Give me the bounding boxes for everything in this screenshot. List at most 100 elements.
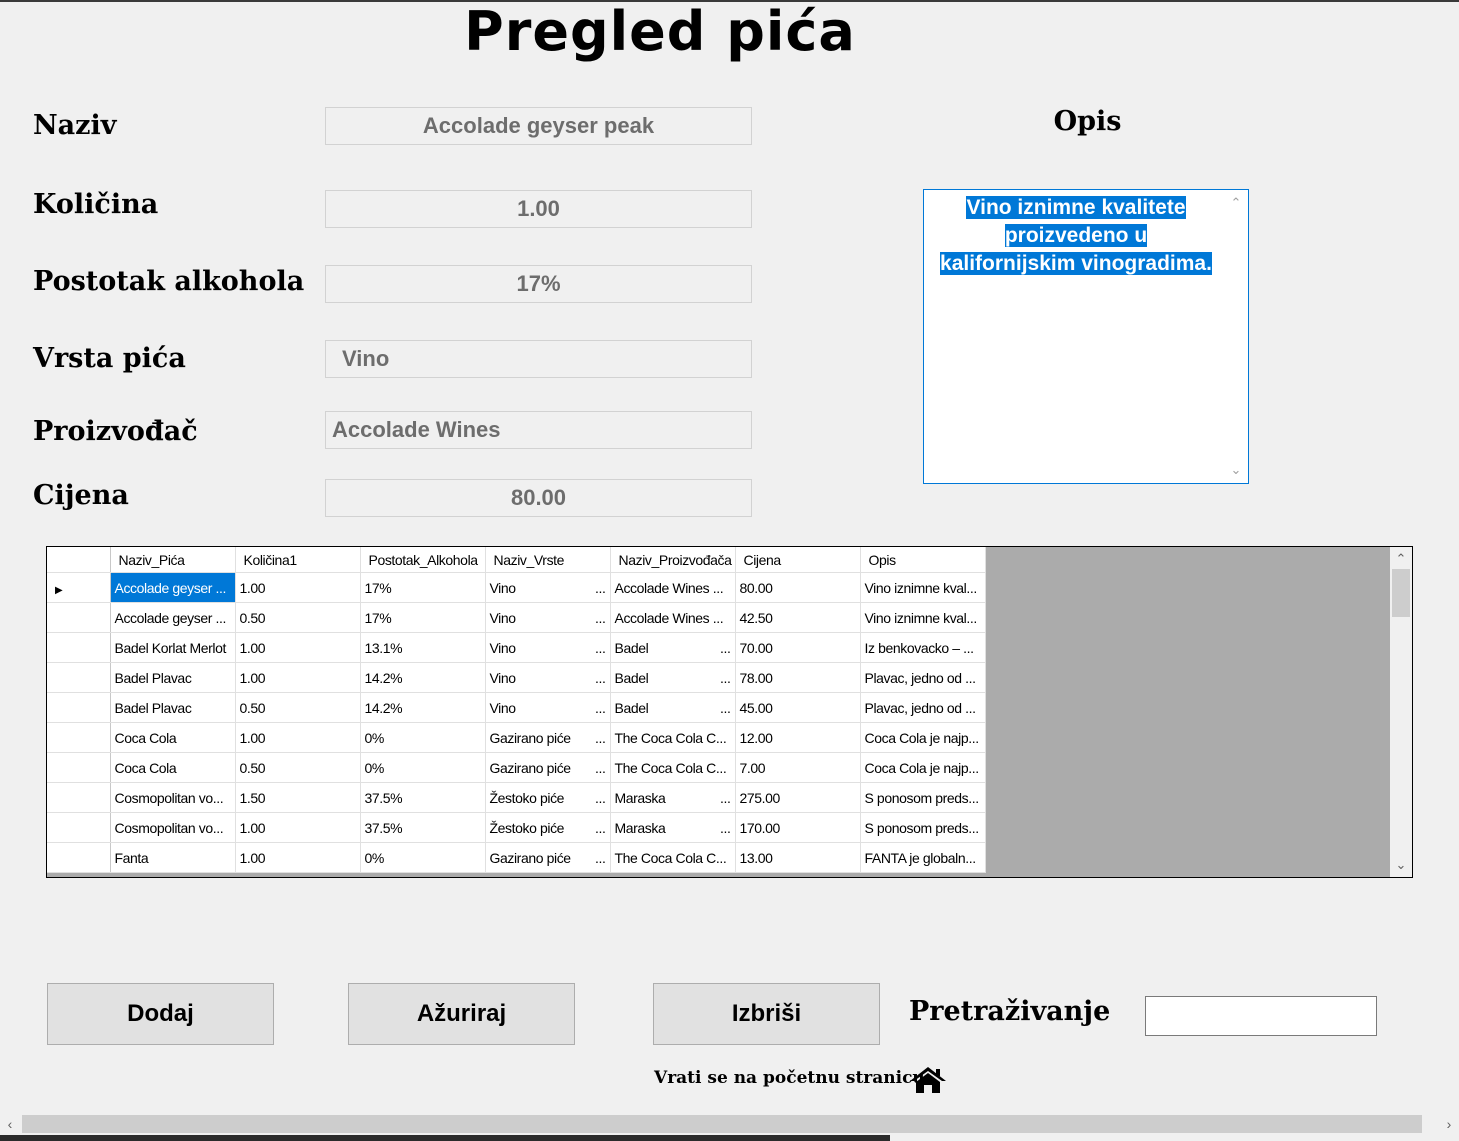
table-cell[interactable]: 0.50 [235,602,361,633]
table-cell[interactable]: Fanta [110,842,236,873]
row-header[interactable] [47,662,111,693]
table-cell[interactable]: 1.00 [235,632,361,663]
home-icon[interactable] [909,1066,947,1094]
combo-dropdown-icon[interactable]: ... [595,640,609,656]
table-cell[interactable]: 13.00 [735,842,861,873]
combo-dropdown-icon[interactable]: ... [720,820,734,836]
chevron-up-icon[interactable]: ⌃ [1390,549,1412,569]
combo-dropdown-icon[interactable]: ... [595,760,609,776]
combo-dropdown-icon[interactable]: ... [720,700,734,716]
opis-textarea[interactable]: Vino iznimne kvalitete proizvedeno u kal… [923,189,1249,484]
table-row[interactable]: ▶ Accolade geyser ... 1.00 17% Vino... Accola… [47,572,986,603]
table-cell[interactable]: Badel Korlat Merlot [110,632,236,663]
azuriraj-button[interactable]: Ažuriraj [348,983,575,1045]
combo-dropdown-icon[interactable]: ... [595,790,609,806]
column-header-vrsta[interactable]: Naziv_Vrste [485,547,611,573]
combo-dropdown-icon[interactable]: ... [595,730,609,746]
table-cell[interactable]: Iz benkovacko – ... [860,632,986,663]
chevron-right-icon[interactable]: › [1439,1113,1459,1135]
table-cell[interactable]: Accolade geyser ... [110,602,236,633]
row-header[interactable] [47,782,111,813]
row-header[interactable] [47,632,111,663]
table-cell[interactable]: Vino... [485,572,611,603]
combo-dropdown-icon[interactable]: ... [595,610,609,626]
table-cell[interactable]: Plavac, jedno od ... [860,662,986,693]
combo-dropdown-icon[interactable]: ... [720,670,734,686]
table-cell[interactable]: Badel... [610,662,736,693]
table-cell[interactable]: Coca Cola je najp... [860,722,986,753]
table-cell[interactable]: Žestoko piće... [485,812,611,843]
table-cell[interactable]: Cosmopolitan vo... [110,782,236,813]
table-row[interactable]: Cosmopolitan vo... 1.00 37.5% Žestoko piće.… [47,812,986,843]
row-header[interactable] [47,722,111,753]
naziv-field[interactable]: Accolade geyser peak [325,107,752,145]
table-cell[interactable]: Coca Cola je najp... [860,752,986,783]
row-header[interactable] [47,692,111,723]
row-header[interactable] [47,752,111,783]
dodaj-button[interactable]: Dodaj [47,983,274,1045]
table-cell[interactable]: Vino iznimne kval... [860,602,986,633]
combo-dropdown-icon[interactable]: ... [595,700,609,716]
table-row[interactable]: Coca Cola 1.00 0% Gazirano piće... The Coca … [47,722,986,753]
table-cell[interactable]: Vino... [485,632,611,663]
table-cell[interactable]: The Coca Cola C... [610,752,736,783]
table-cell[interactable]: 170.00 [735,812,861,843]
table-cell[interactable]: 45.00 [735,692,861,723]
table-cell[interactable]: Maraska... [610,782,736,813]
table-row[interactable]: Accolade geyser ... 0.50 17% Vino... Accolad… [47,602,986,633]
table-cell[interactable]: S ponosom preds... [860,782,986,813]
table-cell[interactable]: 1.00 [235,842,361,873]
column-header-kolicina[interactable]: Količina1 [235,547,361,573]
table-cell[interactable]: Coca Cola [110,752,236,783]
table-cell[interactable]: Badel Plavac [110,662,236,693]
combo-dropdown-icon[interactable]: ... [595,670,609,686]
table-cell[interactable]: 7.00 [735,752,861,783]
table-cell[interactable]: Coca Cola [110,722,236,753]
combo-dropdown-icon[interactable]: ... [720,640,734,656]
scrollbar-thumb[interactable] [1392,569,1410,617]
table-cell[interactable]: 42.50 [735,602,861,633]
table-row[interactable]: Badel Korlat Merlot 1.00 13.1% Vino... Badel… [47,632,986,663]
chevron-left-icon[interactable]: ‹ [0,1113,20,1135]
table-cell[interactable]: 17% [360,572,486,603]
table-cell[interactable]: Badel... [610,632,736,663]
column-header-cijena[interactable]: Cijena [735,547,861,573]
table-cell[interactable]: 14.2% [360,662,486,693]
column-header-opis[interactable]: Opis [860,547,986,573]
table-cell[interactable]: Badel... [610,692,736,723]
table-cell[interactable]: Plavac, jedno od ... [860,692,986,723]
chevron-down-icon[interactable]: ⌄ [1225,460,1247,480]
combo-dropdown-icon[interactable]: ... [720,790,734,806]
table-cell[interactable]: 275.00 [735,782,861,813]
izbrisi-button[interactable]: Izbriši [653,983,880,1045]
opis-scrollbar[interactable]: ⌃ ⌄ [1225,191,1247,482]
table-cell[interactable]: FANTA je globaln... [860,842,986,873]
table-cell[interactable]: Vino... [485,692,611,723]
table-cell[interactable]: Vino iznimne kval... [860,572,986,603]
table-cell[interactable]: Vino... [485,662,611,693]
vrsta-field[interactable]: Vino [325,340,752,378]
table-cell[interactable]: Gazirano piće... [485,722,611,753]
table-cell[interactable]: 0.50 [235,692,361,723]
row-header[interactable] [47,842,111,873]
table-cell[interactable]: S ponosom preds... [860,812,986,843]
table-cell[interactable]: The Coca Cola C... [610,722,736,753]
table-row[interactable]: Fanta 1.00 0% Gazirano piće... The Coca Cola… [47,842,986,873]
table-cell[interactable]: 37.5% [360,812,486,843]
window-horizontal-scrollbar[interactable]: ‹ › [0,1113,1459,1135]
combo-dropdown-icon[interactable]: ... [595,850,609,866]
table-cell[interactable]: Accolade Wines ... [610,602,736,633]
table-cell[interactable]: Badel Plavac [110,692,236,723]
combo-dropdown-icon[interactable]: ... [595,580,609,596]
table-cell[interactable]: Gazirano piće... [485,752,611,783]
table-cell[interactable]: 13.1% [360,632,486,663]
column-header-postotak[interactable]: Postotak_Alkohola [360,547,486,573]
table-cell[interactable]: 70.00 [735,632,861,663]
table-cell[interactable]: Accolade Wines ... [610,572,736,603]
table-cell[interactable]: 17% [360,602,486,633]
table-cell[interactable]: Vino... [485,602,611,633]
table-cell[interactable]: 12.00 [735,722,861,753]
table-cell[interactable]: 1.00 [235,662,361,693]
chevron-up-icon[interactable]: ⌃ [1225,193,1247,213]
table-cell[interactable]: Gazirano piće... [485,842,611,873]
